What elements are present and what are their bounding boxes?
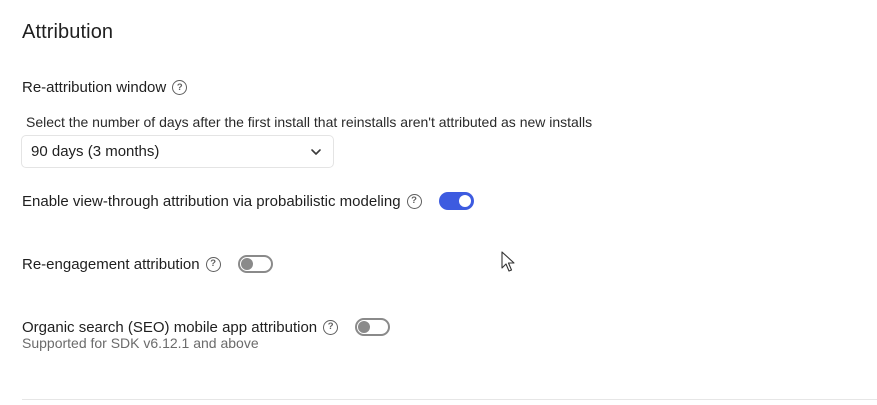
question-circle-icon[interactable]: ?	[172, 80, 188, 95]
reattribution-window-row: Re-attribution window ?	[22, 79, 188, 96]
question-circle-icon[interactable]: ?	[406, 193, 422, 209]
toggle-knob	[358, 321, 371, 333]
chevron-down-icon	[311, 148, 321, 155]
question-circle-icon[interactable]: ?	[205, 256, 221, 272]
mouse-pointer-icon	[501, 251, 515, 272]
organic-search-attribution-row: Organic search (SEO) mobile app attribut…	[22, 318, 391, 336]
reattribution-window-selected-value: 90 days (3 months)	[31, 143, 160, 160]
reengagement-attribution-toggle[interactable]	[237, 255, 273, 273]
view-through-attribution-row: Enable view-through attribution via prob…	[22, 192, 474, 210]
organic-search-attribution-toggle[interactable]	[355, 318, 391, 336]
toggle-knob	[240, 258, 253, 270]
organic-search-attribution-label: Organic search (SEO) mobile app attribut…	[22, 318, 318, 336]
question-circle-icon[interactable]: ?	[323, 319, 339, 335]
toggle-knob	[458, 195, 471, 207]
reengagement-attribution-label: Re-engagement attribution	[22, 255, 200, 273]
section-title: Attribution	[22, 21, 114, 43]
view-through-attribution-toggle[interactable]	[438, 192, 474, 210]
reattribution-window-label: Re-attribution window	[22, 79, 167, 96]
view-through-attribution-label: Enable view-through attribution via prob…	[22, 192, 401, 210]
reattribution-window-select[interactable]: 90 days (3 months)	[21, 135, 334, 168]
organic-search-sdk-note: Supported for SDK v6.12.1 and above	[22, 335, 259, 351]
section-divider	[22, 399, 877, 400]
reattribution-window-description: Select the number of days after the firs…	[26, 114, 593, 130]
reengagement-attribution-row: Re-engagement attribution ?	[22, 255, 273, 273]
